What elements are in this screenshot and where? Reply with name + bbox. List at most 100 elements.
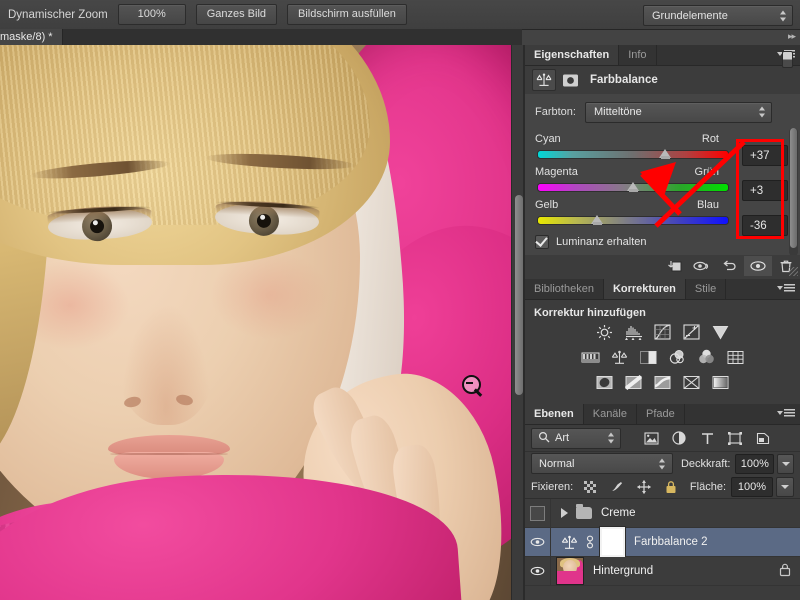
tab-ebenen[interactable]: Ebenen [525,404,584,424]
exposure-icon[interactable] [682,323,702,341]
layer-visibility-toggle[interactable] [525,557,551,585]
fill-dropdown-button[interactable] [776,477,794,497]
chevron-updown-icon [779,10,786,21]
document-tab[interactable]: maske/8) * [0,29,63,45]
tone-value: Mitteltöne [594,106,642,118]
selective-color-icon[interactable] [711,373,731,391]
adjustment-icon-grid [525,323,800,404]
filter-toggle-switch[interactable] [782,51,793,68]
layer-thumbnail[interactable] [556,557,584,585]
curves-icon[interactable] [653,323,673,341]
blue-label: Blau [697,199,719,211]
invert-icon[interactable] [595,373,615,391]
scrollbar-thumb[interactable] [515,195,523,395]
document-tab-bar: maske/8) * [0,29,522,46]
adjustment-layers-filter-icon[interactable] [671,430,687,446]
fill-value[interactable]: 100% [731,477,773,497]
layers-panel: Art [525,425,800,586]
layer-locked-icon [779,563,791,580]
magenta-green-slider-handle[interactable] [627,179,640,192]
link-icon[interactable] [585,535,595,549]
lock-position-icon[interactable] [636,479,652,495]
collapse-dock-icon[interactable]: ▸▸ [788,31,795,42]
yellow-blue-track[interactable] [537,216,729,225]
reset-icon[interactable] [716,256,744,276]
smart-object-filter-icon[interactable] [755,430,771,446]
color-lookup-icon[interactable] [725,348,745,366]
layer-visibility-toggle[interactable] [525,499,551,527]
tab-bibliotheken[interactable]: Bibliotheken [525,279,604,299]
type-layers-filter-icon[interactable] [699,430,715,446]
group-visibility-checkbox[interactable] [530,506,545,521]
add-adjustment-heading: Korrektur hinzufügen [525,300,800,323]
visibility-icon[interactable] [744,256,772,276]
photo-eye-left [47,202,153,247]
fit-image-button[interactable]: Ganzes Bild [196,4,277,25]
properties-title: Farbbalance [590,74,658,86]
tone-select[interactable]: Mitteltöne [585,102,772,123]
layer-row-creme[interactable]: Creme [525,499,800,528]
layer-name[interactable]: Hintergrund [593,565,653,577]
toggle-previous-state-icon[interactable] [688,256,716,276]
lock-image-icon[interactable] [609,479,625,495]
properties-panel: Farbbalance Farbton: Mitteltöne Cyan Rot [525,66,800,279]
shape-layers-filter-icon[interactable] [727,430,743,446]
tab-info[interactable]: Info [619,45,656,65]
properties-scrollbar[interactable] [789,128,798,256]
clip-to-layer-icon[interactable] [660,256,688,276]
threshold-icon[interactable] [653,373,673,391]
lock-all-icon[interactable] [663,479,679,495]
layer-visibility-toggle[interactable] [525,528,551,556]
opacity-value[interactable]: 100% [735,454,774,474]
image-canvas[interactable] [0,45,511,600]
fill-label: Fläche: [690,481,726,493]
layer-mask-thumbnail[interactable] [600,527,625,557]
layer-name[interactable]: Creme [601,507,636,519]
color-balance-icon[interactable] [558,532,580,552]
tab-stile[interactable]: Stile [686,279,726,299]
resize-grip[interactable] [789,267,798,276]
cyan-red-track[interactable] [537,150,729,159]
slider-group: Cyan Rot Magenta Grün Gelb Blau [535,133,790,232]
lock-transparency-icon[interactable] [582,479,598,495]
brightness-contrast-icon[interactable] [595,323,615,341]
adjustments-panel-menu-icon[interactable] [779,283,795,295]
posterize-icon[interactable] [624,373,644,391]
photo-hair-strands [0,45,370,225]
tab-korrekturen[interactable]: Korrekturen [604,279,686,299]
color-balance-icon[interactable] [532,69,556,91]
color-balance-icon[interactable] [609,348,629,366]
tab-kanaele[interactable]: Kanäle [584,404,637,424]
yellow-blue-value[interactable]: -36 [742,215,788,236]
cyan-red-value[interactable]: +37 [742,145,788,166]
layer-name[interactable]: Farbbalance 2 [634,536,708,548]
channel-mixer-icon[interactable] [696,348,716,366]
hue-saturation-icon[interactable] [580,348,600,366]
photo-filter-icon[interactable] [667,348,687,366]
cyan-red-slider-handle[interactable] [659,146,672,159]
workspace-selector[interactable]: Grundelemente [643,5,793,26]
filter-kind-select[interactable]: Art [531,428,621,449]
layer-row-hintergrund[interactable]: Hintergrund [525,557,800,586]
magenta-label: Magenta [535,166,578,178]
layer-list: Creme Farbbalance 2 [525,498,800,586]
layer-filter-icons [643,430,771,446]
zoom-100-button[interactable]: 100% [118,4,186,25]
pixel-layers-filter-icon[interactable] [643,430,659,446]
tab-eigenschaften[interactable]: Eigenschaften [525,45,619,65]
blend-mode-select[interactable]: Normal [531,453,673,474]
group-disclosure-triangle-icon[interactable] [561,508,568,518]
gradient-map-icon[interactable] [682,373,702,391]
levels-icon[interactable] [624,323,644,341]
tab-pfade[interactable]: Pfade [637,404,685,424]
fill-screen-button[interactable]: Bildschirm ausfüllen [287,4,407,25]
magenta-green-value[interactable]: +3 [742,180,788,201]
layer-mask-icon[interactable] [559,70,581,90]
yellow-blue-slider-handle[interactable] [591,212,604,225]
opacity-dropdown-button[interactable] [777,454,794,474]
black-white-icon[interactable] [638,348,658,366]
preserve-luminosity-checkbox[interactable] [535,235,549,249]
vibrance-icon[interactable] [711,323,731,341]
layer-row-farbbalance-2[interactable]: Farbbalance 2 [525,528,800,557]
layers-panel-menu-icon[interactable] [779,408,795,420]
